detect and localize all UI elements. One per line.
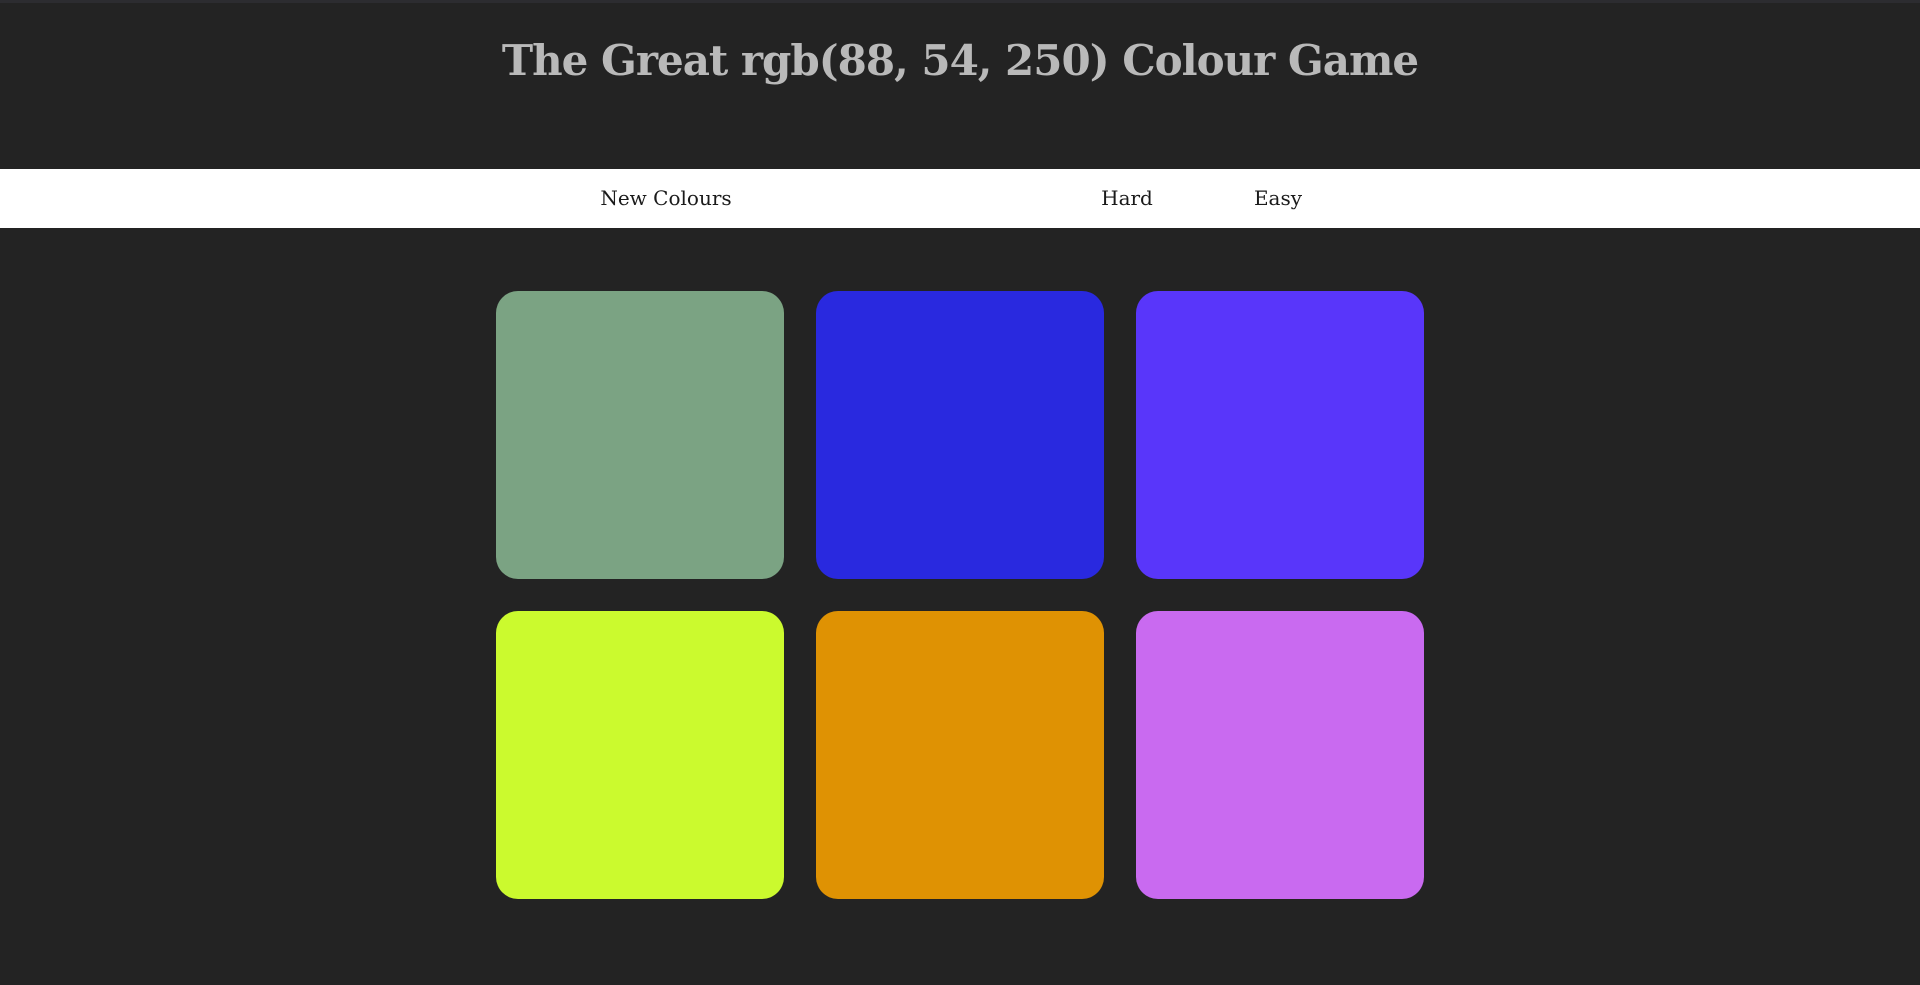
colour-square[interactable] bbox=[1136, 611, 1424, 899]
colour-square[interactable] bbox=[816, 611, 1104, 899]
header: The Great rgb(88, 54, 250) Colour Game bbox=[0, 3, 1920, 169]
new-colours-button[interactable]: New Colours bbox=[596, 169, 736, 228]
colour-square[interactable] bbox=[496, 291, 784, 579]
page-title: The Great rgb(88, 54, 250) Colour Game bbox=[501, 36, 1419, 85]
colour-square[interactable] bbox=[816, 291, 1104, 579]
easy-mode-button[interactable]: Easy bbox=[1244, 169, 1312, 228]
colour-square[interactable] bbox=[1136, 291, 1424, 579]
colour-board bbox=[0, 228, 1920, 985]
hard-mode-button[interactable]: Hard bbox=[1093, 169, 1161, 228]
control-stripe: New Colours Hard Easy bbox=[0, 169, 1920, 228]
colour-square[interactable] bbox=[496, 611, 784, 899]
